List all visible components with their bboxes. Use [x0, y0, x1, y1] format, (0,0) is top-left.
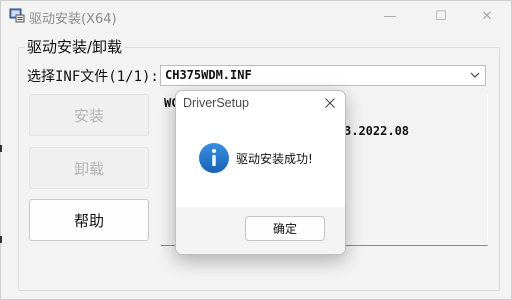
background-window-edge [0, 145, 2, 152]
ok-button[interactable]: 确定 [245, 216, 325, 241]
app-icon [9, 8, 25, 23]
ok-button-label: 确定 [272, 222, 297, 236]
window-close-icon: ✕ [481, 8, 493, 24]
uninstall-button-label: 卸载 [73, 159, 104, 178]
chevron-down-icon [470, 72, 480, 78]
dialog-title-bar: DriverSetup [176, 91, 345, 115]
window-title: 驱动安装(X64) [29, 12, 117, 27]
driver-setup-dialog: DriverSetup 驱动安装成功! 确定 [175, 90, 346, 255]
close-icon[interactable] [323, 96, 337, 110]
dialog-footer: 确定 [176, 207, 345, 254]
help-button-label: 帮助 [73, 211, 104, 230]
window-close-button[interactable]: ✕ [464, 1, 510, 31]
maximize-button[interactable]: ☐ [418, 1, 464, 31]
dialog-body: 驱动安装成功! [176, 115, 345, 207]
background-window-edge [0, 236, 2, 243]
uninstall-button[interactable]: 卸载 [29, 147, 149, 189]
minimize-button[interactable]: — [367, 1, 413, 31]
minimize-icon: — [383, 8, 397, 24]
desktop: 驱动安装(X64) — ☐ ✕ 驱动安装/卸载 选择INF文件(1/1): CH… [0, 0, 512, 300]
install-button-label: 安装 [73, 106, 104, 125]
dialog-message: 驱动安装成功! [236, 152, 313, 166]
install-button[interactable]: 安装 [29, 94, 149, 136]
dialog-title: DriverSetup [183, 96, 249, 110]
help-button[interactable]: 帮助 [29, 199, 149, 241]
inf-file-label: 选择INF文件(1/1): [27, 69, 159, 85]
info-line-2: 3.2022.08 [344, 124, 410, 138]
info-icon [199, 143, 229, 173]
inf-file-dropdown[interactable]: CH375WDM.INF [160, 65, 486, 86]
title-bar: 驱动安装(X64) — ☐ ✕ [1, 1, 511, 31]
inf-file-selected: CH375WDM.INF [165, 68, 252, 82]
group-title: 驱动安装/卸载 [25, 36, 125, 57]
maximize-icon: ☐ [435, 8, 447, 24]
